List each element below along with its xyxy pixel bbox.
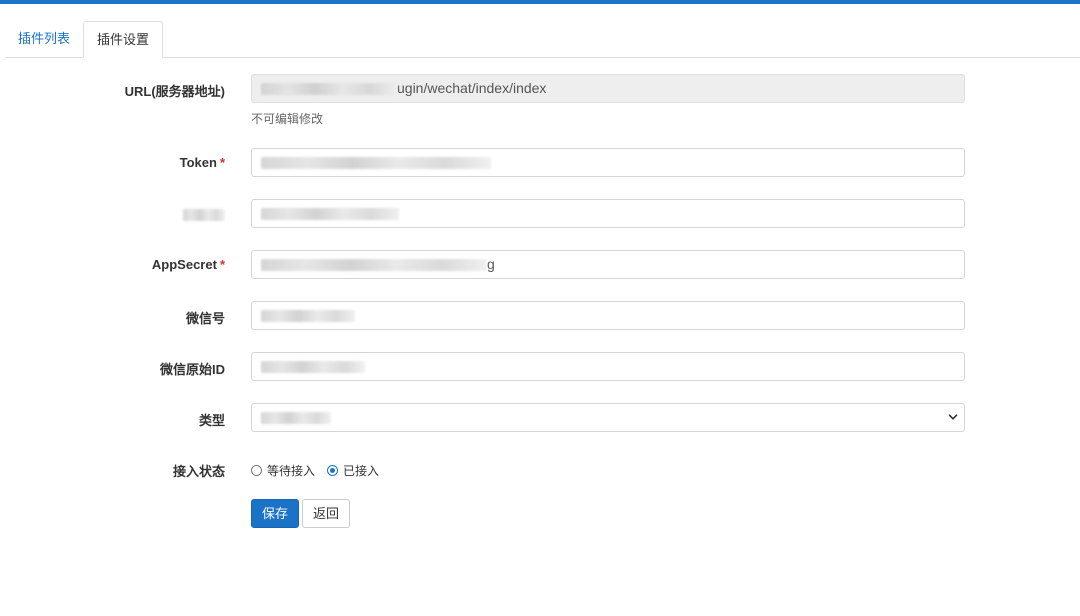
type-select[interactable] xyxy=(251,403,965,432)
appsecret-value-suffix: g xyxy=(487,256,495,272)
token-input[interactable] xyxy=(251,148,965,177)
url-field[interactable]: ugin/wechat/index/index xyxy=(251,74,965,103)
appid-label xyxy=(25,206,225,221)
top-accent-bar xyxy=(0,0,1080,4)
original-id-label: 微信原始ID xyxy=(159,362,225,377)
chevron-down-icon xyxy=(948,414,958,420)
status-label: 接入状态 xyxy=(172,464,225,479)
required-mark: * xyxy=(219,257,225,272)
radio-waiting[interactable] xyxy=(251,465,262,476)
wechat-no-input[interactable] xyxy=(251,301,965,330)
wechat-no-label: 微信号 xyxy=(185,311,225,326)
status-radio-group: 等待接入 已接入 xyxy=(251,462,391,479)
redacted-text xyxy=(261,361,365,374)
url-label: URL(服务器地址) xyxy=(124,84,225,99)
appsecret-label: AppSecret * xyxy=(151,257,225,272)
radio-connected-label[interactable]: 已接入 xyxy=(343,462,379,479)
radio-connected[interactable] xyxy=(327,465,339,476)
url-help-text: 不可编辑修改 xyxy=(251,112,324,126)
tab-bar: 插件列表 插件设置 xyxy=(5,21,1080,58)
save-button[interactable]: 保存 xyxy=(251,499,300,528)
redacted-text xyxy=(261,157,491,170)
radio-waiting-label[interactable]: 等待接入 xyxy=(267,462,315,479)
redacted-text xyxy=(261,259,487,272)
back-button[interactable]: 返回 xyxy=(302,499,351,528)
original-id-input[interactable] xyxy=(251,352,965,381)
url-value-suffix: ugin/wechat/index/index xyxy=(397,80,547,96)
type-label: 类型 xyxy=(198,413,225,428)
redacted-text xyxy=(261,310,355,323)
tab-plugin-list[interactable]: 插件列表 xyxy=(5,21,83,57)
token-label: Token * xyxy=(179,155,225,170)
redacted-text xyxy=(261,208,399,221)
redacted-text xyxy=(261,412,331,425)
redacted-text xyxy=(261,83,397,96)
tab-plugin-settings[interactable]: 插件设置 xyxy=(83,21,164,58)
appsecret-input[interactable]: g xyxy=(251,250,965,279)
required-mark: * xyxy=(219,155,225,170)
redacted-label xyxy=(183,208,225,221)
appid-input[interactable] xyxy=(251,199,965,228)
